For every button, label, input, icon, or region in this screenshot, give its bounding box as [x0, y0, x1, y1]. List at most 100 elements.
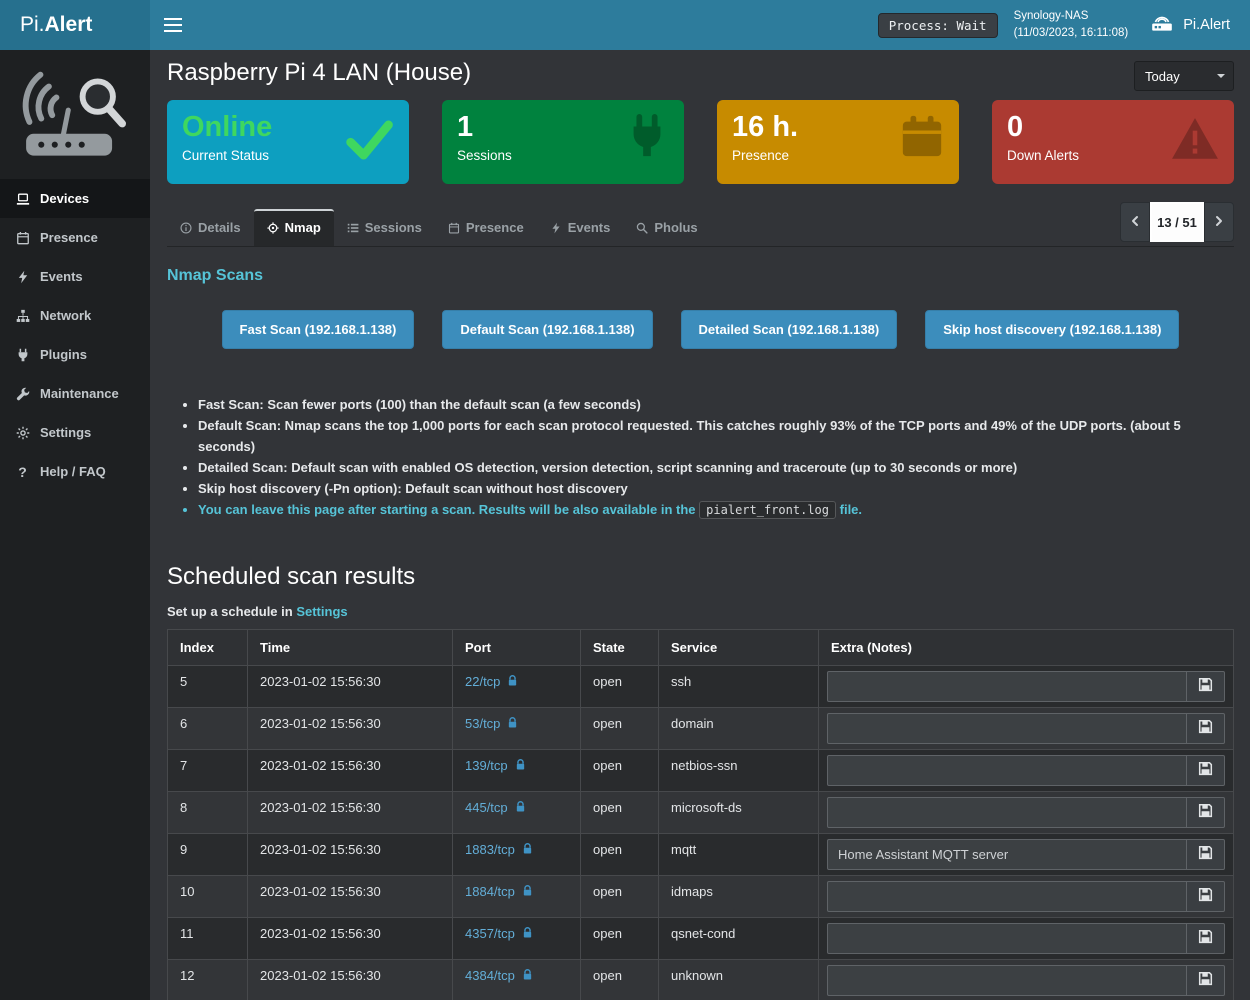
cell-notes — [819, 665, 1234, 707]
time-range-select[interactable]: Today — [1134, 61, 1234, 91]
port-link[interactable]: 4384/tcp — [465, 968, 515, 983]
sidebar-item-presence[interactable]: Presence — [0, 218, 150, 257]
tab-pholus[interactable]: Pholus — [623, 209, 710, 246]
lock-icon — [522, 927, 533, 942]
prev-device-button[interactable] — [1120, 202, 1150, 242]
cell-index: 5 — [168, 665, 248, 707]
next-device-button[interactable] — [1204, 202, 1234, 242]
save-note-button[interactable] — [1187, 671, 1225, 702]
sidebar-item-plugins[interactable]: Plugins — [0, 335, 150, 374]
note-input[interactable] — [827, 923, 1187, 954]
sidebar-item-label: Events — [40, 269, 83, 284]
cell-time: 2023-01-02 15:56:30 — [248, 791, 453, 833]
warning-triangle-icon — [1170, 114, 1220, 169]
sidebar-toggle-button[interactable] — [150, 0, 196, 50]
port-link[interactable]: 139/tcp — [465, 758, 508, 773]
port-link[interactable]: 22/tcp — [465, 674, 500, 689]
nmap-scan-button[interactable]: Detailed Scan (192.168.1.138) — [681, 310, 898, 349]
save-note-button[interactable] — [1187, 965, 1225, 996]
port-link[interactable]: 53/tcp — [465, 716, 500, 731]
tab-label: Nmap — [285, 220, 321, 235]
sidebar-item-maintenance[interactable]: Maintenance — [0, 374, 150, 413]
note-input[interactable] — [827, 713, 1187, 744]
card-down-alerts[interactable]: 0 Down Alerts — [992, 100, 1234, 184]
save-note-button[interactable] — [1187, 755, 1225, 786]
table-row: 10 2023-01-02 15:56:30 1884/tcp open idm… — [168, 875, 1234, 917]
tab-details[interactable]: Details — [167, 209, 254, 246]
column-header-index: Index — [168, 629, 248, 665]
nmap-scan-button[interactable]: Skip host discovery (192.168.1.138) — [925, 310, 1179, 349]
sidebar-item-settings[interactable]: Settings — [0, 413, 150, 452]
port-link[interactable]: 1883/tcp — [465, 842, 515, 857]
save-note-button[interactable] — [1187, 797, 1225, 828]
cell-service: idmaps — [659, 875, 819, 917]
plug-icon — [15, 347, 30, 362]
tab-label: Sessions — [365, 220, 422, 235]
table-row: 6 2023-01-02 15:56:30 53/tcp open domain — [168, 707, 1234, 749]
nmap-scans-heading: Nmap Scans — [167, 267, 1234, 285]
cell-notes — [819, 875, 1234, 917]
card-current-status[interactable]: Online Current Status — [167, 100, 409, 184]
cell-index: 8 — [168, 791, 248, 833]
cell-time: 2023-01-02 15:56:30 — [248, 749, 453, 791]
save-note-button[interactable] — [1187, 713, 1225, 744]
cell-port: 4384/tcp — [453, 959, 581, 1000]
magnifier-icon — [636, 222, 648, 234]
card-presence[interactable]: 16 h. Presence — [717, 100, 959, 184]
nmap-scan-button[interactable]: Fast Scan (192.168.1.138) — [222, 310, 415, 349]
scan-description-item: Detailed Scan: Default scan with enabled… — [198, 457, 1234, 478]
brand-logo[interactable]: Pi.Alert — [0, 0, 150, 50]
tab-nmap[interactable]: Nmap — [254, 209, 334, 246]
sidebar-item-events[interactable]: Events — [0, 257, 150, 296]
note-input[interactable] — [827, 881, 1187, 912]
check-icon — [343, 114, 395, 171]
cell-index: 10 — [168, 875, 248, 917]
scheduled-results-heading: Scheduled scan results — [167, 563, 1234, 591]
port-link[interactable]: 1884/tcp — [465, 884, 515, 899]
sidebar-item-devices[interactable]: Devices — [0, 179, 150, 218]
port-link[interactable]: 445/tcp — [465, 800, 508, 815]
host-name: Synology-NAS — [1014, 8, 1129, 25]
save-note-button[interactable] — [1187, 881, 1225, 912]
sidebar-item-label: Network — [40, 308, 91, 323]
device-title: Raspberry Pi 4 LAN (House) — [167, 59, 1234, 87]
note-input[interactable] — [827, 839, 1187, 870]
tab-label: Events — [568, 220, 611, 235]
save-note-button[interactable] — [1187, 839, 1225, 870]
user-menu[interactable]: Pi.Alert — [1144, 13, 1236, 37]
tab-sessions[interactable]: Sessions — [334, 209, 435, 246]
sidebar-item-label: Presence — [40, 230, 98, 245]
note-input[interactable] — [827, 965, 1187, 996]
lock-icon — [522, 843, 533, 858]
port-link[interactable]: 4357/tcp — [465, 926, 515, 941]
cell-time: 2023-01-02 15:56:30 — [248, 917, 453, 959]
nmap-panel: Nmap Scans Fast Scan (192.168.1.138) Def… — [167, 247, 1234, 1000]
main-content: Raspberry Pi 4 LAN (House) Today Online … — [150, 50, 1250, 1000]
tab-presence[interactable]: Presence — [435, 209, 537, 246]
nmap-scan-button[interactable]: Default Scan (192.168.1.138) — [442, 310, 652, 349]
scan-descriptions: Fast Scan: Scan fewer ports (100) than t… — [198, 394, 1234, 521]
settings-link[interactable]: Settings — [296, 604, 347, 619]
tab-label: Details — [198, 220, 241, 235]
sidebar-item-help[interactable]: ? Help / FAQ — [0, 452, 150, 491]
sidebar-nav: Devices Presence Events Network Plugins … — [0, 179, 150, 491]
cell-service: qsnet-cond — [659, 917, 819, 959]
sidebar: Devices Presence Events Network Plugins … — [0, 50, 150, 1000]
sidebar-item-network[interactable]: Network — [0, 296, 150, 335]
cell-state: open — [581, 917, 659, 959]
note-input[interactable] — [827, 755, 1187, 786]
note-input[interactable] — [827, 797, 1187, 828]
status-cards: Online Current Status 1 Sessions 16 h. P… — [167, 100, 1234, 184]
card-sessions[interactable]: 1 Sessions — [442, 100, 684, 184]
note-input[interactable] — [827, 671, 1187, 702]
cell-notes — [819, 749, 1234, 791]
floppy-save-icon — [1198, 719, 1213, 737]
info-icon — [180, 222, 192, 234]
scan-buttons-row: Fast Scan (192.168.1.138) Default Scan (… — [167, 310, 1234, 349]
column-header-notes: Extra (Notes) — [819, 629, 1234, 665]
log-file-code: pialert_front.log — [699, 501, 836, 519]
lock-icon — [507, 717, 518, 732]
tab-events[interactable]: Events — [537, 209, 624, 246]
cell-index: 6 — [168, 707, 248, 749]
save-note-button[interactable] — [1187, 923, 1225, 954]
